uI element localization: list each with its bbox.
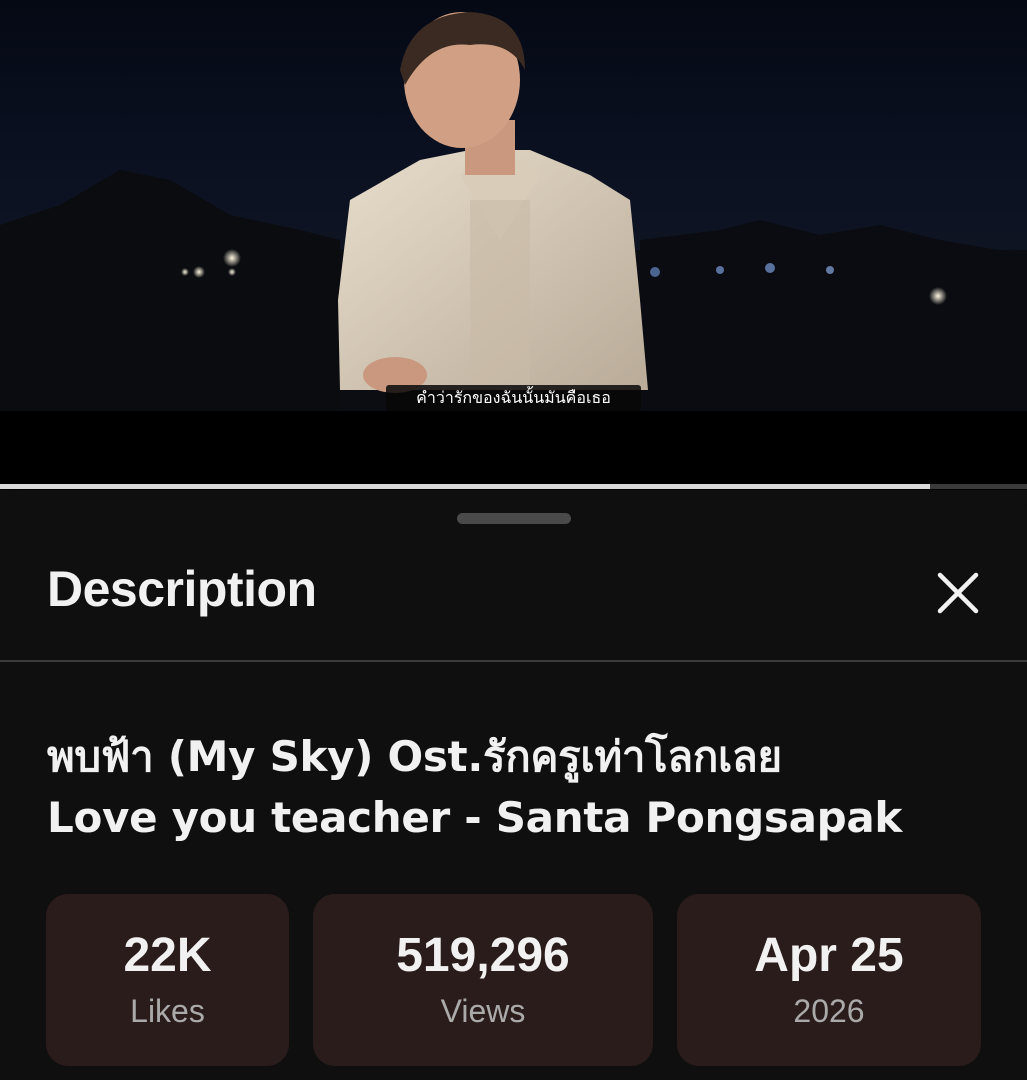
likes-label: Likes [130,993,205,1029]
header-divider [0,660,1027,662]
views-stat: 519,296 Views [313,894,653,1066]
video-title: พบฟ้า (My Sky) Ost.รักครูเท่าโลกเลย Love… [47,726,997,848]
sheet-title: Description [47,561,317,617]
video-scene-image [0,12,1027,411]
publish-date: Apr 25 [754,929,904,982]
progress-bar[interactable] [0,484,1027,489]
views-count: 519,296 [396,929,570,982]
drag-handle[interactable] [457,513,571,524]
video-title-line-2: Love you teacher - Santa Pongsapak [47,793,903,842]
subtitle-caption: คำว่ารักของฉันนั้นมันคือเธอ [386,385,641,411]
progress-bar-fill [0,484,931,489]
likes-count: 22K [123,929,212,982]
close-icon [937,572,979,614]
publish-year: 2026 [793,993,865,1029]
video-title-line-1: พบฟ้า (My Sky) Ost.รักครูเท่าโลกเลย [47,732,782,781]
likes-stat: 22K Likes [46,894,289,1066]
close-button[interactable] [930,565,986,621]
description-sheet: Description พบฟ้า (My Sky) Ost.รักครูเท่… [0,490,1027,1080]
video-player[interactable]: คำว่ารักของฉันนั้นมันคือเธอ [0,0,1027,490]
date-stat: Apr 25 2026 [677,894,981,1066]
video-frame[interactable]: คำว่ารักของฉันนั้นมันคือเธอ [0,0,1027,411]
views-label: Views [440,993,526,1029]
